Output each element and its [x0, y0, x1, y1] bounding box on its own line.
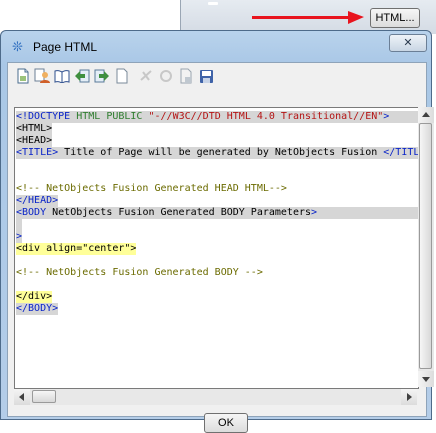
chevron-down-icon	[422, 377, 430, 382]
code-line-div-open: <div align="center">	[16, 243, 137, 255]
arrow-left-icon[interactable]	[73, 67, 91, 85]
chevron-right-icon	[407, 393, 412, 401]
save-icon[interactable]	[197, 67, 215, 85]
horizontal-scroll-thumb[interactable]	[32, 390, 56, 403]
code-line: </BODY>	[16, 303, 59, 315]
chevron-left-icon	[19, 393, 24, 401]
dialog-title: Page HTML	[33, 40, 98, 54]
scroll-up-button[interactable]	[418, 107, 434, 123]
ok-button[interactable]: OK	[204, 413, 248, 433]
disabled-tool-icon	[137, 67, 155, 85]
code-line-div-close: </div>	[16, 291, 53, 303]
vertical-scrollbar[interactable]	[418, 107, 434, 387]
html-button[interactable]: HTML...	[370, 8, 420, 28]
horizontal-scrollbar[interactable]	[14, 389, 417, 405]
code-line: </HEAD>	[16, 195, 59, 207]
red-arrow-icon	[348, 11, 364, 24]
scroll-down-button[interactable]	[418, 371, 434, 387]
scroll-left-button[interactable]	[14, 389, 30, 405]
gear-snowflake-icon: ❊	[12, 40, 23, 55]
dialog-client-area: <!DOCTYPE HTML PUBLIC "-//W3C//DTD HTML …	[7, 62, 434, 433]
book-icon[interactable]	[53, 67, 71, 85]
code-line-blank	[16, 219, 22, 231]
background-glyph	[208, 2, 218, 5]
new-page-icon[interactable]	[14, 67, 32, 85]
html-code-editor[interactable]: <!DOCTYPE HTML PUBLIC "-//W3C//DTD HTML …	[14, 107, 419, 389]
code-line: >	[16, 231, 23, 243]
page-html-dialog: ❊ Page HTML ✕ <!DOCTYPE HTML PUBLIC "-//…	[0, 30, 434, 433]
vertical-scroll-thumb[interactable]	[419, 123, 432, 369]
disabled-circle-icon	[157, 67, 175, 85]
code-line-doctype: <!DOCTYPE HTML PUBLIC "-//W3C//DTD HTML …	[16, 111, 418, 123]
code-line-comment: <!-- NetObjects Fusion Generated BODY --…	[16, 267, 263, 278]
scroll-right-button[interactable]	[401, 389, 417, 405]
code-line: <HTML>	[16, 123, 53, 135]
close-button[interactable]: ✕	[389, 34, 427, 52]
code-line-body: <BODY NetObjects Fusion Generated BODY P…	[16, 207, 418, 219]
code-line: <HEAD>	[16, 135, 53, 147]
person-icon[interactable]	[33, 67, 51, 85]
code-line-title: <TITLE> Title of Page will be generated …	[16, 147, 419, 159]
code-line-comment: <!-- NetObjects Fusion Generated HEAD HT…	[16, 183, 287, 194]
arrow-right-icon[interactable]	[93, 67, 111, 85]
chevron-up-icon	[422, 112, 430, 117]
document-icon[interactable]	[113, 67, 131, 85]
page-icon[interactable]	[177, 67, 195, 85]
red-arrow-shaft	[252, 16, 350, 19]
